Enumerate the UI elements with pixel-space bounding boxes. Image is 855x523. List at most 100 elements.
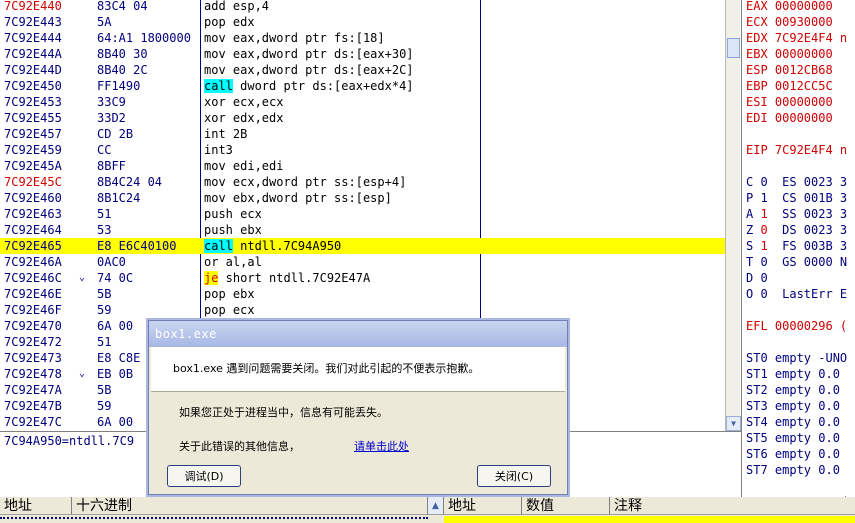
disasm-row[interactable]: 7C92E46E 5B pop ebx [0, 286, 725, 302]
disasm-row[interactable]: 7C92E464 53 push ebx [0, 222, 725, 238]
register-line[interactable]: ST7 empty 0.0 [746, 462, 840, 478]
flag-value: 1 [760, 239, 768, 253]
instruction-text: push ebx [204, 223, 262, 237]
disasm-row[interactable]: 7C92E463 51 push ecx [0, 206, 725, 222]
register-line[interactable]: ECX 00930000 [746, 14, 833, 30]
segment-register: DS 0023 3 [767, 223, 848, 237]
disasm-row[interactable]: 7C92E45C 8B4C24 04 mov ecx,dword ptr ss:[e… [0, 174, 725, 190]
instruction-bytes: 8BFF [97, 159, 126, 173]
instruction-bytes: 51 [97, 207, 112, 221]
register-line[interactable]: ESI 00000000 [746, 94, 833, 110]
stack-value-header[interactable]: 数值 [522, 497, 610, 515]
instruction-address: 7C92E47C [4, 415, 62, 429]
instruction-bytes: 5A [97, 15, 112, 29]
stack-comment-header[interactable]: 注释 [610, 497, 855, 515]
register-line[interactable]: EDI 00000000 [746, 110, 833, 126]
instruction-bytes: 64:A1 1800000 [97, 31, 191, 45]
instruction-bytes: EB 0B [97, 367, 134, 381]
register-line[interactable]: ST1 empty 0.0 [746, 366, 840, 382]
instruction-address: 7C92E470 [4, 319, 62, 333]
instruction-address: 7C92E47A [4, 383, 62, 397]
scroll-up-arrow-icon[interactable]: ▲ [428, 497, 444, 515]
instruction-address: 7C92E46A [4, 255, 62, 269]
disasm-row[interactable]: 7C92E44D 8B40 2C mov eax,dword ptr ds:[eax… [0, 62, 725, 78]
register-line[interactable]: EFL 00000296 ( [746, 318, 847, 334]
instruction-bytes: E8 C8E [97, 351, 141, 365]
disasm-row[interactable]: 7C92E440 83C4 04 add esp,4 [0, 0, 725, 14]
disassembly-scrollbar[interactable]: ▼ [725, 0, 741, 431]
stack-row-highlight [444, 516, 855, 523]
disasm-row[interactable]: 7C92E465 E8 E6C40100 call ntdll.7C94A950 [0, 238, 725, 254]
instruction-bytes: 5B [97, 383, 112, 397]
instruction-bytes: 8B4C24 04 [97, 175, 163, 189]
dialog-title[interactable]: box1.exe [149, 321, 567, 347]
debug-button[interactable]: 调试(D) [167, 465, 241, 487]
register-line[interactable]: ST2 empty 0.0 [746, 382, 840, 398]
instruction-bytes: 33D2 [97, 111, 126, 125]
dump-address-header[interactable]: 地址 [0, 497, 72, 515]
segment-register: FS 003B 3 [767, 239, 848, 253]
instruction-bytes: E8 E6C40100 [97, 239, 177, 253]
register-line[interactable]: ST0 empty -UNO [746, 350, 847, 366]
stack-address-header[interactable]: 地址 [444, 497, 522, 515]
register-line[interactable]: ST5 empty 0.0 [746, 430, 840, 446]
instruction-text: mov eax,dword ptr ds:[eax+30] [204, 47, 414, 61]
register-line[interactable]: T 0 GS 0000 N [746, 254, 847, 270]
register-line[interactable]: S 1 FS 003B 3 [746, 238, 847, 254]
registers-pane[interactable]: EAX 00000000 ECX 00930000 EDX 7C92E4F4 n EB… [741, 0, 855, 497]
scrollbar-thumb[interactable] [727, 38, 740, 58]
register-line[interactable]: EAX 00000000 [746, 0, 833, 14]
instruction-address: 7C92E450 [4, 79, 62, 93]
disasm-row[interactable]: 7C92E459 CC int3 [0, 142, 725, 158]
register-line[interactable]: A 1 SS 0023 3 [746, 206, 847, 222]
instruction-address: 7C92E453 [4, 95, 62, 109]
register-line[interactable]: ST6 empty 0.0 [746, 446, 840, 462]
register-line[interactable]: EBX 00000000 [746, 46, 833, 62]
register-line[interactable]: ESP 0012CB68 [746, 62, 833, 78]
disasm-row[interactable]: 7C92E45A 8BFF mov edi,edi [0, 158, 725, 174]
close-button[interactable]: 关闭(C) [477, 465, 551, 487]
instruction-bytes: 33C9 [97, 95, 126, 109]
dump-hex-header[interactable]: 十六进制 [72, 497, 428, 515]
disasm-row[interactable]: 7C92E444 64:A1 1800000 mov eax,dword ptr f… [0, 30, 725, 46]
register-line[interactable]: ST4 empty 0.0 [746, 414, 840, 430]
instruction-text: pop ebx [204, 287, 255, 301]
instruction-address: 7C92E440 [4, 0, 62, 13]
instruction-bytes: 8B1C24 [97, 191, 141, 205]
register-line[interactable]: O 0 LastErr E [746, 286, 847, 302]
instruction-address: 7C92E463 [4, 207, 62, 221]
scroll-down-arrow-icon[interactable]: ▼ [726, 416, 741, 431]
disasm-row[interactable]: 7C92E453 33C9 xor ecx,ecx [0, 94, 725, 110]
dialog-message: box1.exe 遇到问题需要关闭。我们对此引起的不便表示抱歉。 [173, 362, 480, 375]
instruction-address: 7C92E459 [4, 143, 62, 157]
register-line[interactable]: D 0 [746, 270, 768, 286]
instruction-text: push ecx [204, 207, 262, 221]
disasm-row[interactable]: 7C92E457 CD 2B int 2B [0, 126, 725, 142]
register-line[interactable]: EDX 7C92E4F4 n [746, 30, 847, 46]
register-line[interactable]: Z 0 DS 0023 3 [746, 222, 847, 238]
disasm-row[interactable]: 7C92E46A 0AC0 or al,al [0, 254, 725, 270]
register-line[interactable]: C 0 ES 0023 3 [746, 174, 847, 190]
disasm-row[interactable]: 7C92E443 5A pop edx [0, 14, 725, 30]
dialog-details-link[interactable]: 请单击此处 [354, 438, 409, 454]
disasm-row[interactable]: 7C92E460 8B1C24 mov ebx,dword ptr ss:[esp] [0, 190, 725, 206]
dialog-message-panel: box1.exe 遇到问题需要关闭。我们对此引起的不便表示抱歉。 [151, 347, 565, 392]
register-line[interactable]: P 1 CS 001B 3 [746, 190, 847, 206]
segment-register: SS 0023 3 [767, 207, 848, 221]
disasm-row[interactable]: 7C92E44A 8B40 30 mov eax,dword ptr ds:[eax… [0, 46, 725, 62]
disasm-row[interactable]: 7C92E46C ⌄ 74 0C je short ntdll.7C92E47A [0, 270, 725, 286]
disasm-row[interactable]: 7C92E46F 59 pop ecx [0, 302, 725, 318]
disasm-row[interactable]: 7C92E450 FF1490 call dword ptr ds:[eax+edx… [0, 78, 725, 94]
instruction-bytes: 83C4 04 [97, 0, 148, 13]
disasm-row[interactable]: 7C92E455 33D2 xor edx,edx [0, 110, 725, 126]
instruction-address: 7C92E44A [4, 47, 62, 61]
instruction-text: add esp,4 [204, 0, 270, 13]
register-line[interactable]: EBP 0012CC5C [746, 78, 833, 94]
instruction-bytes: 59 [97, 303, 112, 317]
instruction-address: 7C92E44D [4, 63, 62, 77]
register-line[interactable]: ST3 empty 0.0 [746, 398, 840, 414]
instruction-text: int 2B [204, 127, 248, 141]
instruction-address: 7C92E46F [4, 303, 62, 317]
register-line[interactable]: EIP 7C92E4F4 n [746, 142, 847, 158]
instruction-text: je short ntdll.7C92E47A [204, 270, 370, 286]
